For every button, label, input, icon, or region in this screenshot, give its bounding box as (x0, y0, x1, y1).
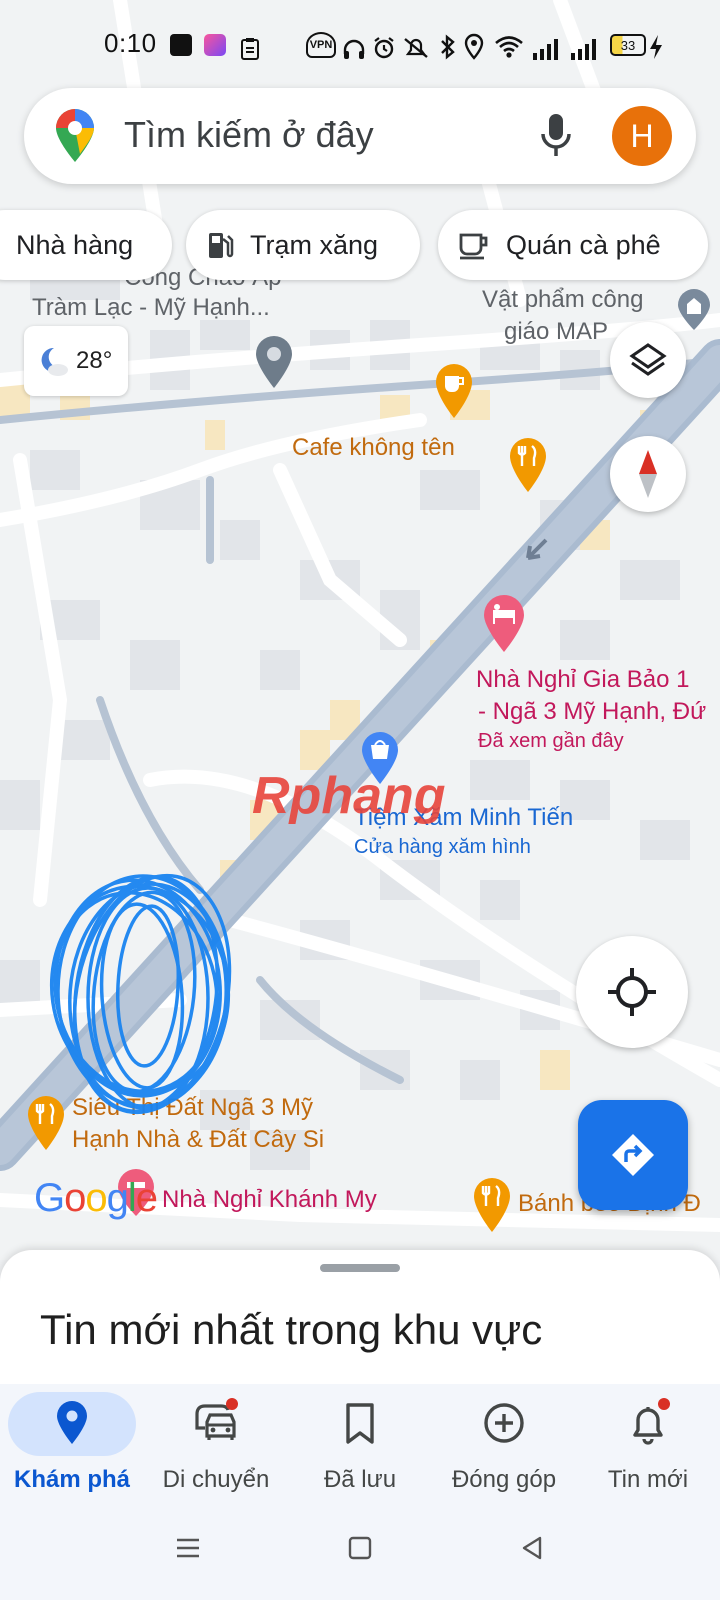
google-maps-logo-icon (56, 109, 94, 162)
signal-icon (533, 39, 558, 60)
map-label-cafe[interactable]: Cafe không tên (292, 432, 455, 463)
directions-button[interactable] (578, 1100, 688, 1210)
weather-badge[interactable]: 28° (24, 326, 128, 396)
clipboard-icon (241, 38, 259, 60)
chip-coffee-shops[interactable]: Quán cà phê (438, 210, 708, 280)
night-cloud-icon (41, 347, 68, 376)
nav-updates[interactable]: Tin mới (576, 1384, 720, 1506)
map-label-religious-1[interactable]: Vật phẩm công (482, 284, 643, 315)
bookmark-icon (346, 1403, 374, 1444)
layers-button[interactable] (610, 322, 686, 398)
location-icon (464, 33, 484, 60)
church-pin-icon[interactable] (676, 288, 712, 332)
add-circle-icon (484, 1403, 524, 1443)
compass-button[interactable] (610, 436, 686, 512)
directions-icon (612, 1134, 654, 1176)
cafe-pin-icon[interactable] (434, 362, 474, 420)
nav-contribute[interactable]: Đóng góp (432, 1384, 576, 1506)
status-bar: 0:10 VPN 33 (0, 0, 720, 90)
map-label-religious-2[interactable]: giáo MAP (504, 316, 608, 347)
chip-label: Trạm xăng (250, 229, 379, 260)
nav-saved[interactable]: Đã lưu (288, 1384, 432, 1506)
wifi-icon (495, 36, 523, 58)
my-location-button[interactable] (576, 936, 688, 1048)
nav-label: Di chuyển (162, 1466, 270, 1493)
map-label-tattoo-sub: Cửa hàng xăm hình (354, 836, 531, 858)
chip-label: Nhà hàng (16, 229, 134, 260)
mic-icon[interactable] (534, 110, 578, 162)
restaurant-pin-icon[interactable] (472, 1176, 512, 1234)
status-time: 0:10 (104, 28, 157, 58)
headset-icon (343, 39, 365, 59)
chip-restaurants[interactable]: Nhà hàng (0, 210, 172, 280)
map-label-hotel-khanh-my[interactable]: Nhà Nghỉ Khánh My (162, 1184, 377, 1215)
nav-label: Đóng góp (451, 1466, 557, 1493)
map-label-gate-2[interactable]: Tràm Lạc - Mỹ Hạnh... (32, 292, 270, 323)
gas-station-icon (209, 233, 234, 258)
menu-icon[interactable] (174, 1534, 202, 1562)
restaurant-pin-icon[interactable] (508, 436, 548, 494)
nav-commute[interactable]: Di chuyển (144, 1384, 288, 1506)
map-label-hotel-2[interactable]: - Ngã 3 Mỹ Hạnh, Đứ (478, 696, 706, 727)
mute-icon (404, 38, 428, 58)
map-label-hotel-sub: Đã xem gần đây (478, 730, 624, 752)
avatar[interactable]: H (612, 106, 672, 166)
nav-badge-dot (226, 1398, 238, 1410)
watermark: Rphang (252, 766, 446, 826)
bottom-sheet[interactable]: Tin mới nhất trong khu vực (0, 1250, 720, 1390)
compass-icon (639, 450, 657, 498)
bluetooth-icon (441, 34, 455, 60)
alarm-icon (374, 37, 394, 59)
bao-moi-icon (170, 34, 192, 56)
sheet-drag-handle[interactable] (320, 1264, 400, 1272)
map-label-supermarket-2[interactable]: Hạnh Nhà & Đất Cây Si (72, 1124, 324, 1155)
watermark-text: Rphang (252, 767, 446, 825)
chip-gas-stations[interactable]: Trạm xăng (186, 210, 420, 280)
bottom-navigation: Khám phá Di chuyển Đã lưu Đóng góp Tin m… (0, 1384, 720, 1506)
charging-icon (650, 35, 662, 59)
vpn-icon: VPN (306, 32, 336, 58)
map-label-hotel-1[interactable]: Nhà Nghỉ Gia Bảo 1 (476, 664, 689, 695)
search-bar[interactable]: Tìm kiếm ở đây H (24, 88, 696, 184)
map-canvas[interactable]: Cổng Chào Ấp Tràm Lạc - Mỹ Hạnh... Vật p… (0, 0, 720, 1260)
lazada-icon (204, 34, 226, 56)
my-location-icon (608, 968, 656, 1016)
nav-label: Tin mới (607, 1466, 689, 1493)
scribble-annotation (49, 873, 232, 1115)
dropped-pin-icon[interactable] (254, 334, 294, 390)
google-logo: Google (34, 1176, 158, 1220)
nav-explore[interactable]: Khám phá (0, 1384, 144, 1506)
search-input[interactable]: Tìm kiếm ở đây (124, 114, 374, 156)
home-icon[interactable] (346, 1534, 374, 1562)
sheet-title: Tin mới nhất trong khu vực (40, 1306, 543, 1353)
battery-icon: 33 (610, 34, 646, 56)
nav-label: Đã lưu (323, 1466, 397, 1493)
weather-temperature: 28° (76, 347, 113, 374)
nav-badge-dot (658, 1398, 670, 1410)
nav-label: Khám phá (13, 1466, 130, 1493)
signal-icon (571, 39, 596, 60)
chip-label: Quán cà phê (506, 229, 661, 260)
layers-icon (629, 343, 667, 376)
explore-pin-icon (57, 1401, 87, 1444)
hotel-pin-icon[interactable] (482, 594, 526, 654)
coffee-icon (459, 233, 488, 260)
back-icon[interactable] (518, 1534, 546, 1562)
system-navigation-bar (0, 1506, 720, 1600)
